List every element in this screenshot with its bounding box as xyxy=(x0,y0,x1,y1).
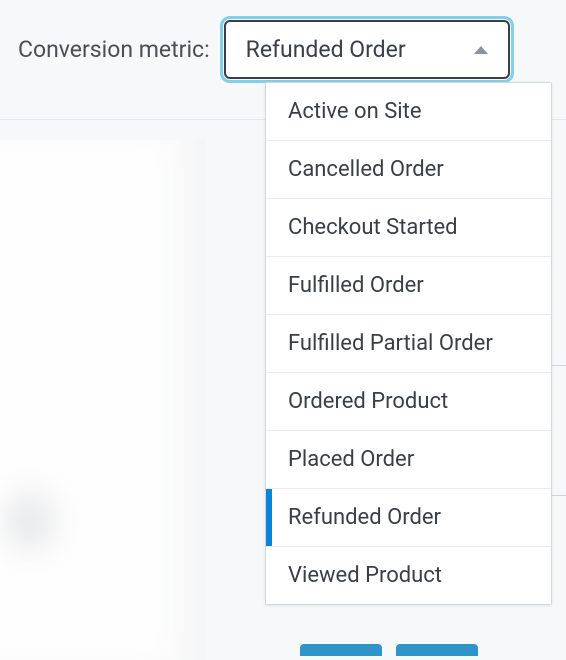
bottom-buttons xyxy=(300,644,478,656)
dropdown-option-fulfilled-order[interactable]: Fulfilled Order xyxy=(266,257,551,315)
dropdown-option-ordered-product[interactable]: Ordered Product xyxy=(266,373,551,431)
button-stub[interactable] xyxy=(300,644,382,656)
button-stub[interactable] xyxy=(396,644,478,656)
conversion-metric-select[interactable]: Refunded Order xyxy=(224,20,510,79)
select-wrapper: Refunded Order xyxy=(224,20,548,79)
dropdown-option-checkout-started[interactable]: Checkout Started xyxy=(266,199,551,257)
blur-decoration xyxy=(0,476,70,566)
chevron-up-icon xyxy=(474,46,488,54)
content-panel xyxy=(0,140,206,660)
dropdown-option-viewed-product[interactable]: Viewed Product xyxy=(266,547,551,604)
conversion-metric-label: Conversion metric: xyxy=(18,36,210,63)
select-value: Refunded Order xyxy=(246,36,406,63)
dropdown-option-cancelled-order[interactable]: Cancelled Order xyxy=(266,141,551,199)
dropdown-option-fulfilled-partial-order[interactable]: Fulfilled Partial Order xyxy=(266,315,551,373)
conversion-metric-dropdown: Active on Site Cancelled Order Checkout … xyxy=(265,82,552,605)
dropdown-option-placed-order[interactable]: Placed Order xyxy=(266,431,551,489)
dropdown-option-active-on-site[interactable]: Active on Site xyxy=(266,83,551,141)
dropdown-option-refunded-order[interactable]: Refunded Order xyxy=(266,489,551,547)
